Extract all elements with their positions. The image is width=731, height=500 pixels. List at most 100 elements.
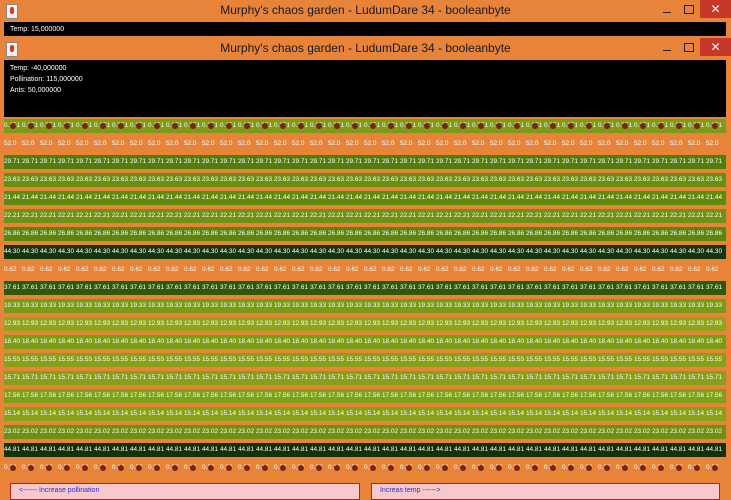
garden-cell[interactable]: 23.63 — [202, 173, 220, 187]
garden-cell[interactable]: 23.63 — [364, 173, 382, 187]
garden-cell[interactable]: 0.38 — [688, 461, 706, 475]
garden-cell[interactable]: 52.0 — [58, 137, 76, 151]
garden-cell[interactable]: 44.30 — [364, 245, 382, 259]
garden-cell[interactable]: 26.86 — [58, 227, 76, 241]
garden-cell[interactable]: 15.71 — [652, 371, 670, 385]
garden-cell[interactable]: 22.21 — [706, 209, 724, 223]
garden-cell[interactable]: 44.30 — [706, 245, 724, 259]
garden-cell[interactable]: 44.81 — [598, 443, 616, 457]
garden-cell[interactable]: 15.71 — [220, 371, 238, 385]
garden-cell[interactable]: 18.40 — [364, 335, 382, 349]
garden-cell[interactable]: 23.63 — [292, 173, 310, 187]
garden-cell[interactable]: 15.14 — [616, 407, 634, 421]
garden-cell[interactable]: 23.02 — [274, 425, 292, 439]
garden-cell[interactable]: 23.63 — [184, 173, 202, 187]
garden-cell[interactable]: 37.61 — [202, 281, 220, 295]
close-button[interactable]: ✕ — [700, 38, 731, 56]
garden-cell[interactable]: 17.56 — [562, 389, 580, 403]
garden-cell[interactable]: 21.44 — [310, 191, 328, 205]
garden-cell[interactable]: 12.93 — [454, 317, 472, 331]
garden-cell[interactable]: 44.30 — [400, 245, 418, 259]
garden-cell[interactable]: 37.61 — [400, 281, 418, 295]
garden-cell[interactable]: 52.0 — [346, 137, 364, 151]
garden-cell[interactable]: 12.93 — [76, 317, 94, 331]
garden-cell[interactable]: 52.0 — [706, 137, 724, 151]
garden-cell[interactable]: 15.14 — [130, 407, 148, 421]
garden-cell[interactable]: 12.93 — [202, 317, 220, 331]
garden-cell[interactable]: 26.86 — [580, 227, 598, 241]
garden-cell[interactable]: 19.33 — [436, 299, 454, 313]
garden-cell[interactable]: 21.44 — [148, 191, 166, 205]
garden-cell[interactable]: 18.40 — [670, 335, 688, 349]
garden-cell[interactable]: 37.61 — [4, 281, 22, 295]
garden-cell[interactable]: 37.61 — [238, 281, 256, 295]
garden-cell[interactable]: 15.71 — [688, 371, 706, 385]
garden-cell[interactable]: 21.44 — [22, 191, 40, 205]
garden-cell[interactable]: 23.02 — [616, 425, 634, 439]
garden-cell[interactable]: 18.40 — [76, 335, 94, 349]
garden-cell[interactable]: 52.0 — [130, 137, 148, 151]
garden-cell[interactable]: 22.21 — [238, 209, 256, 223]
garden-cell[interactable]: 26.86 — [490, 227, 508, 241]
garden-cell[interactable]: 29.71 — [508, 155, 526, 169]
garden-cell[interactable]: 17.56 — [598, 389, 616, 403]
garden-cell[interactable]: 26.86 — [148, 227, 166, 241]
garden-cell[interactable]: 44.81 — [328, 443, 346, 457]
garden-cell[interactable]: 22.21 — [418, 209, 436, 223]
garden-cell[interactable]: 15.55 — [364, 353, 382, 367]
garden-cell[interactable]: 21.44 — [508, 191, 526, 205]
garden-cell[interactable]: 0.62 — [580, 263, 598, 277]
garden-cell[interactable]: 29.71 — [58, 155, 76, 169]
garden-cell[interactable]: 29.71 — [184, 155, 202, 169]
garden-cell[interactable]: 23.63 — [670, 173, 688, 187]
garden-cell[interactable]: 17.56 — [76, 389, 94, 403]
garden-cell[interactable]: 44.30 — [94, 245, 112, 259]
garden-cell[interactable]: 37.61 — [526, 281, 544, 295]
garden-cell[interactable]: 21.44 — [382, 191, 400, 205]
garden-cell[interactable]: 23.02 — [436, 425, 454, 439]
garden-cell[interactable]: 19.33 — [310, 299, 328, 313]
garden-cell[interactable]: 29.71 — [400, 155, 418, 169]
garden-cell[interactable]: 21.44 — [220, 191, 238, 205]
garden-cell[interactable]: 0.62 — [562, 263, 580, 277]
garden-cell[interactable]: 0.62 — [544, 263, 562, 277]
garden-cell[interactable]: 0.62 — [58, 263, 76, 277]
garden-cell[interactable]: 44.81 — [184, 443, 202, 457]
garden-cell[interactable]: 44.30 — [688, 245, 706, 259]
garden-cell[interactable]: 23.02 — [400, 425, 418, 439]
garden-cell[interactable]: 12.93 — [256, 317, 274, 331]
garden-cell[interactable]: 22.21 — [454, 209, 472, 223]
garden-cell[interactable]: 26.86 — [634, 227, 652, 241]
garden-cell[interactable]: 15.14 — [526, 407, 544, 421]
garden-cell[interactable]: 0.62 — [40, 263, 58, 277]
garden-cell[interactable]: 12.93 — [274, 317, 292, 331]
garden-cell[interactable]: 37.61 — [40, 281, 58, 295]
garden-cell[interactable]: 44.81 — [130, 443, 148, 457]
garden-cell[interactable]: 17.56 — [400, 389, 418, 403]
garden-cell[interactable]: 37.61 — [454, 281, 472, 295]
garden-cell[interactable]: 15.14 — [4, 407, 22, 421]
garden-cell[interactable]: 15.71 — [112, 371, 130, 385]
garden-cell[interactable]: 44.81 — [292, 443, 310, 457]
garden-cell[interactable]: 44.30 — [544, 245, 562, 259]
garden-cell[interactable]: 17.56 — [202, 389, 220, 403]
garden-cell[interactable]: 22.21 — [310, 209, 328, 223]
garden-cell[interactable]: 22.21 — [652, 209, 670, 223]
garden-cell[interactable]: 12.93 — [382, 317, 400, 331]
garden-cell[interactable]: 0.351 — [598, 119, 616, 133]
garden-cell[interactable]: 52.0 — [616, 137, 634, 151]
garden-cell[interactable]: 12.93 — [58, 317, 76, 331]
garden-cell[interactable]: 29.71 — [526, 155, 544, 169]
increase-temp-button[interactable]: Increas temp ------> — [371, 483, 720, 500]
garden-cell[interactable]: 29.71 — [292, 155, 310, 169]
garden-cell[interactable]: 19.33 — [400, 299, 418, 313]
garden-cell[interactable]: 0.38 — [4, 461, 22, 475]
garden-cell[interactable]: 0.351 — [670, 119, 688, 133]
garden-cell[interactable]: 44.30 — [220, 245, 238, 259]
garden-cell[interactable]: 22.21 — [670, 209, 688, 223]
garden-cell[interactable]: 26.86 — [328, 227, 346, 241]
garden-cell[interactable]: 0.38 — [490, 461, 508, 475]
garden-cell[interactable]: 18.40 — [418, 335, 436, 349]
garden-cell[interactable]: 19.33 — [166, 299, 184, 313]
garden-cell[interactable]: 0.38 — [544, 461, 562, 475]
